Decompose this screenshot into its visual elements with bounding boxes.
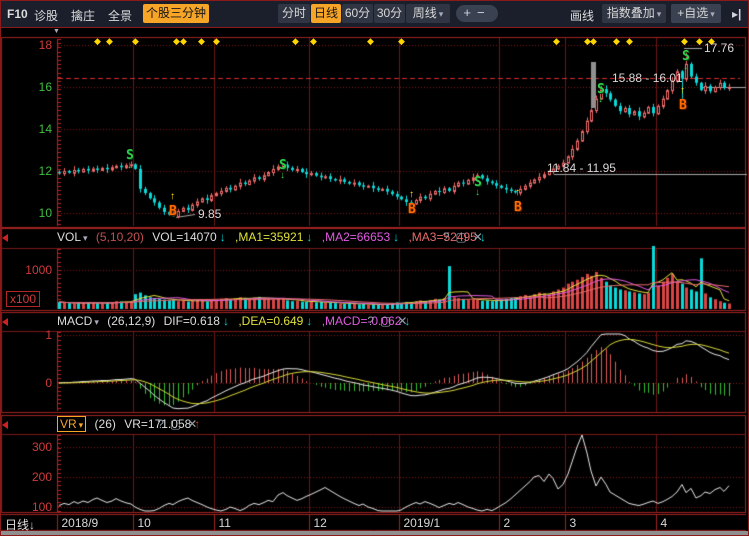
vol-pane-header: VOL▾ (5,10,20) VOL=14070↓ ,MA1=35921↓ ,M… <box>57 230 492 248</box>
price-axis-label: 16 <box>4 80 52 94</box>
gap-bottom-label: 11.84 - 11.95 <box>547 161 616 175</box>
pane-maximize-icon[interactable]: ▢ <box>170 417 181 431</box>
down-arrow-icon: ↓ <box>223 314 229 328</box>
stock-3min-button[interactable]: 个股三分钟 <box>143 4 209 23</box>
down-arrow-icon: ↓ <box>29 518 35 532</box>
draw-line-button[interactable]: 画线 <box>570 7 594 24</box>
volume-axis-label: 1000 <box>4 263 52 277</box>
pane-collapse-icon[interactable] <box>2 234 8 242</box>
volume-unit-label: x100 <box>6 291 40 307</box>
vr-axis-label: 100 <box>4 500 52 514</box>
price-axis-label: 12 <box>4 164 52 178</box>
chevron-down-icon: ▾ <box>79 420 84 430</box>
vol-ma1-value: ,MA1=35921 <box>235 230 303 244</box>
low-price-label: 9.85 <box>198 207 221 221</box>
pane-collapse-icon[interactable] <box>2 421 8 429</box>
pane-help-icon[interactable]: ? <box>367 314 374 328</box>
chevron-down-icon: ▾ <box>710 9 715 19</box>
high-price-label: 17.76 <box>704 41 734 55</box>
macd-indicator-button[interactable]: MACD▾ <box>57 314 99 328</box>
tab-catch-banker[interactable]: 擒庄 <box>71 7 95 24</box>
macd-axis-label: 1 <box>4 328 52 342</box>
period-30m-button[interactable]: 30分 <box>374 4 405 23</box>
vr-params: (26) <box>95 417 116 431</box>
vr-indicator-button[interactable]: VR▾ <box>57 416 86 432</box>
macd-pane-header: MACD▾ (26,12,9) DIF=0.618↓ ,DEA=0.649↓ ,… <box>57 314 416 332</box>
down-arrow-icon: ↓ <box>306 230 312 244</box>
price-axis-label: 14 <box>4 122 52 136</box>
vol-indicator-button[interactable]: VOL▾ <box>57 230 88 244</box>
period-weekly-button[interactable]: 周线▾ <box>406 4 450 23</box>
macd-axis-label: 0 <box>4 376 52 390</box>
add-watchlist-button[interactable]: +自选▾ <box>671 4 721 23</box>
collapse-panel-icon[interactable]: ▸| <box>732 7 741 21</box>
period-axis-label[interactable]: 日线↓ <box>5 516 35 533</box>
down-arrow-icon: ↓ <box>393 230 399 244</box>
pane-maximize-icon[interactable]: ▢ <box>455 230 466 244</box>
pane-close-icon[interactable]: ✕ <box>397 314 407 328</box>
chevron-down-icon: ▾ <box>657 9 662 19</box>
vr-axis-label: 200 <box>4 470 52 484</box>
macd-params: (26,12,9) <box>107 314 155 328</box>
top-toolbar: F10 诊股 擒庄 全景 个股三分钟 分时 日线 60分 30分 周线▾ +− … <box>0 0 749 28</box>
pane-help-icon[interactable]: ? <box>443 230 450 244</box>
down-arrow-icon: ↓ <box>220 230 226 244</box>
period-fenshi-button[interactable]: 分时 <box>278 4 310 23</box>
zoom-in-button[interactable]: + <box>463 5 477 20</box>
tab-diagnose-stock[interactable]: 诊股 <box>34 7 58 24</box>
window-status-strip <box>0 531 749 536</box>
chevron-down-icon: ▾ <box>83 233 88 243</box>
pane-close-icon[interactable]: ✕ <box>473 230 483 244</box>
vol-params: (5,10,20) <box>96 230 144 244</box>
tab-f10[interactable]: F10 <box>7 7 28 21</box>
pane-help-icon[interactable]: ? <box>157 417 164 431</box>
vol-ma2-value: ,MA2=66653 <box>322 230 390 244</box>
tab-panorama[interactable]: 全景 <box>108 7 132 24</box>
stock-code-dropdown-icon[interactable]: ▼ <box>53 28 60 35</box>
chevron-down-icon: ▾ <box>439 9 444 19</box>
pane-maximize-icon[interactable]: ▢ <box>380 314 391 328</box>
price-axis-label: 18 <box>4 38 52 52</box>
period-daily-button[interactable]: 日线 <box>311 4 341 23</box>
vr-axis-label: 300 <box>4 440 52 454</box>
stock-chart-window: F10 诊股 擒庄 全景 个股三分钟 分时 日线 60分 30分 周线▾ +− … <box>0 0 749 536</box>
down-arrow-icon: ↓ <box>306 314 312 328</box>
period-60m-button[interactable]: 60分 <box>342 4 373 23</box>
gap-top-label: 15.88 - 16.01 <box>612 71 683 85</box>
zoom-out-button[interactable]: − <box>477 5 491 20</box>
pane-collapse-icon[interactable] <box>2 318 8 326</box>
dif-value: DIF=0.618 <box>164 314 220 328</box>
vr-pane-header: VR▾ (26) VR=171.058↑ ?▢✕ <box>57 417 206 435</box>
price-axis-label: 10 <box>4 206 52 220</box>
vol-value: VOL=14070 <box>152 230 216 244</box>
dea-value: ,DEA=0.649 <box>238 314 303 328</box>
chevron-down-icon: ▾ <box>94 317 99 327</box>
index-overlay-button[interactable]: 指数叠加▾ <box>602 4 666 23</box>
zoom-pill: +− <box>456 5 498 22</box>
pane-close-icon[interactable]: ✕ <box>187 417 197 431</box>
